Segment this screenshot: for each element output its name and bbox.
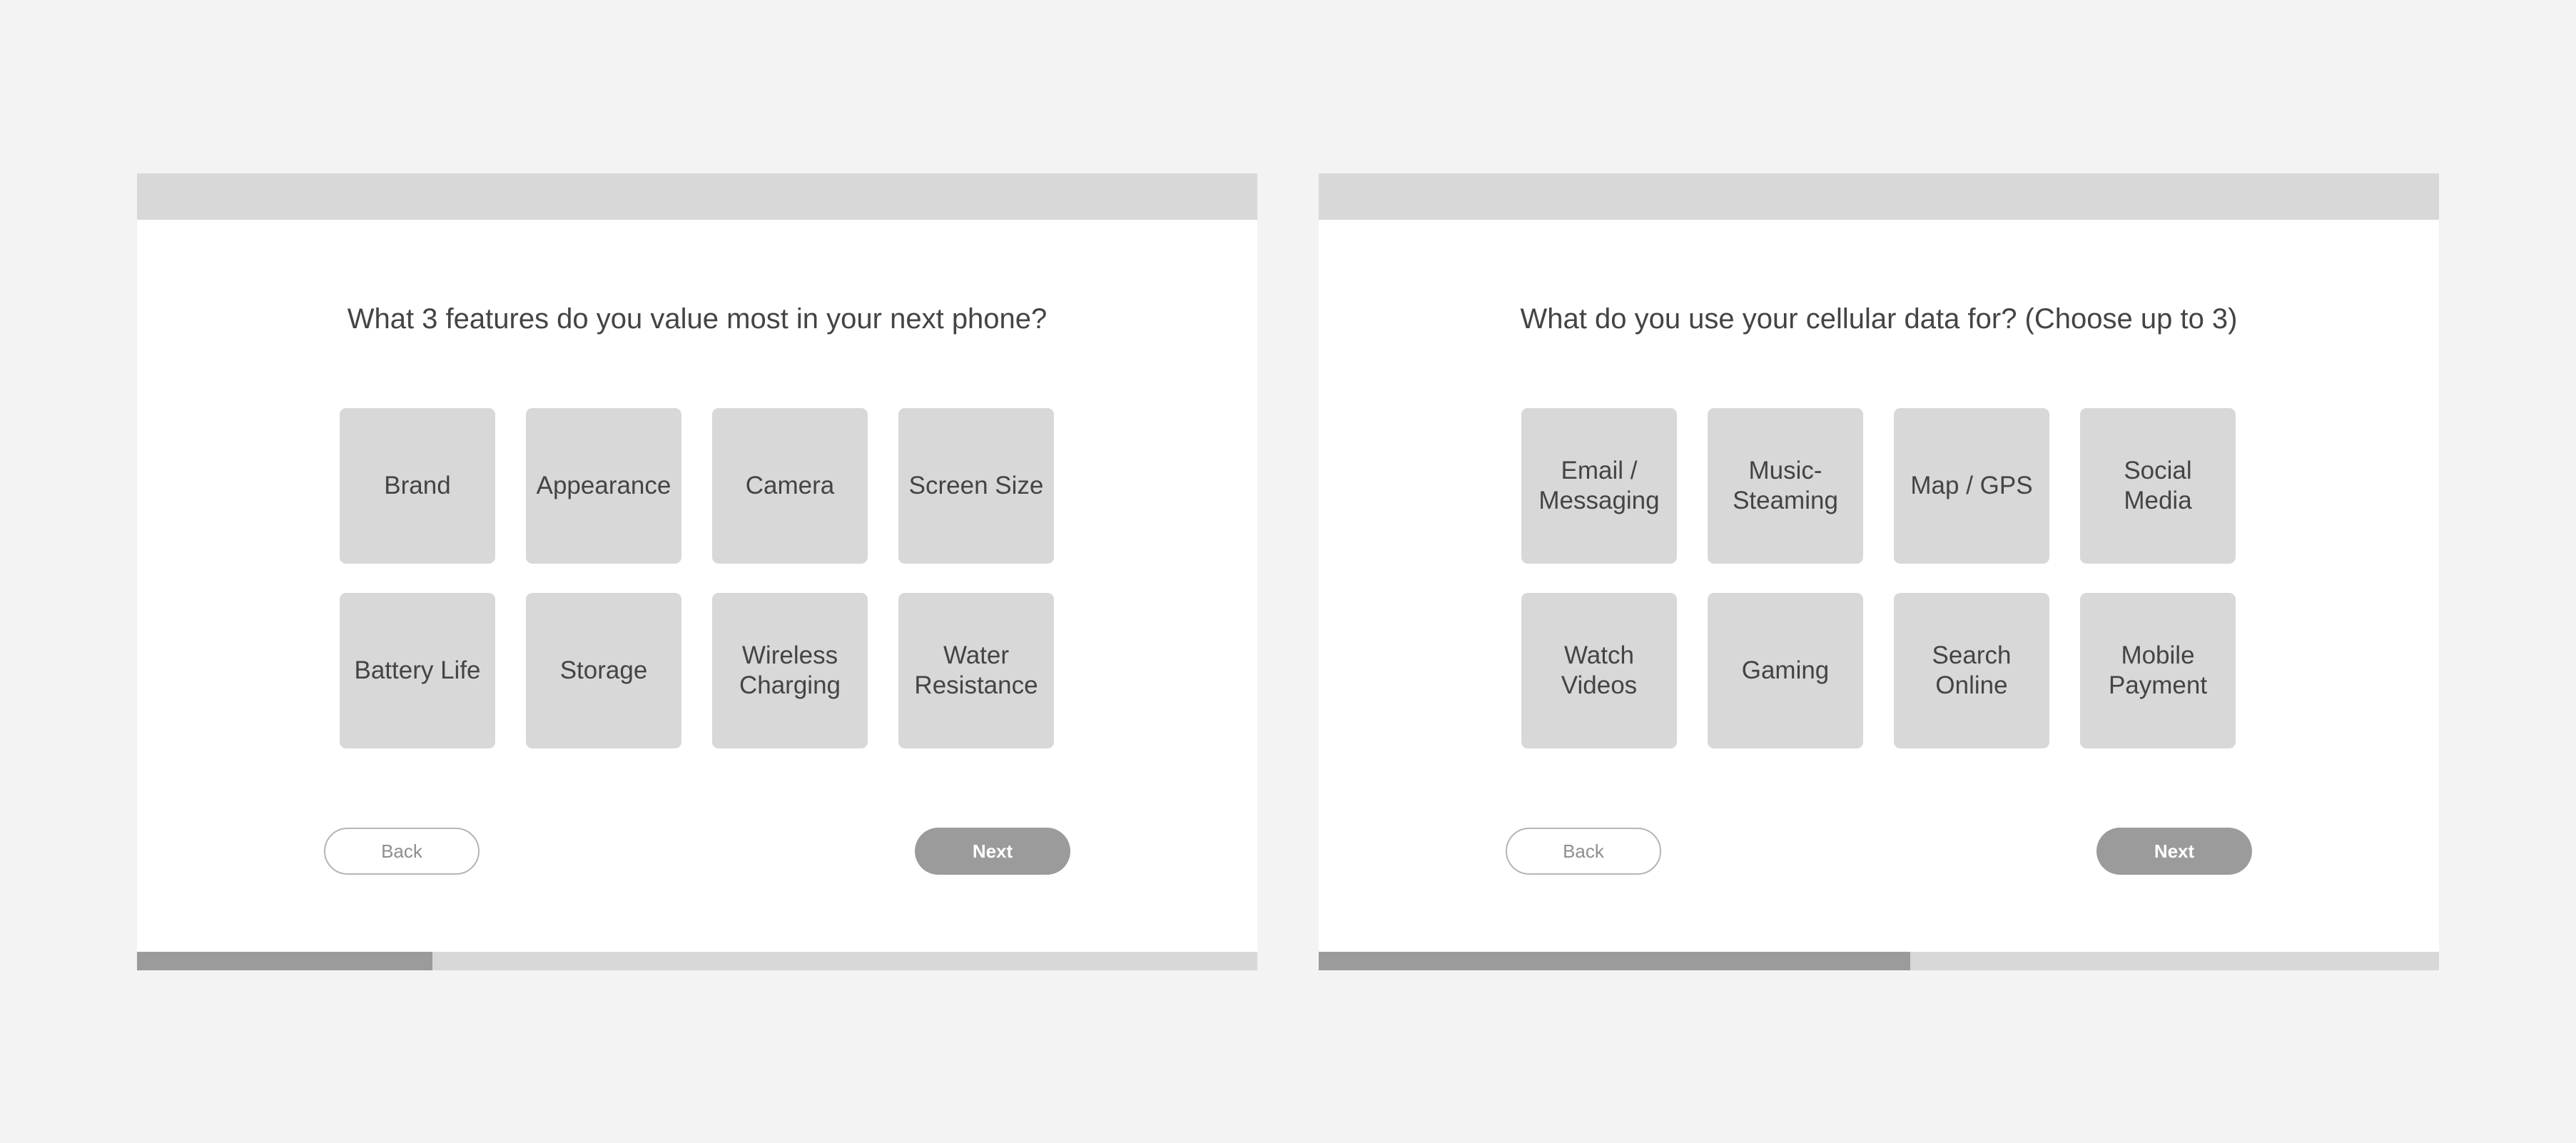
progress-bar-fill bbox=[1319, 952, 1910, 970]
option-screen-size[interactable]: Screen Size bbox=[898, 408, 1054, 564]
survey-screen-cellular-data: What do you use your cellular data for? … bbox=[1319, 173, 2439, 970]
option-wireless-charging[interactable]: Wireless Charging bbox=[712, 593, 868, 748]
options-grid: Brand Appearance Camera Screen Size Batt… bbox=[340, 408, 1055, 748]
option-gaming[interactable]: Gaming bbox=[1708, 593, 1863, 748]
option-social-media[interactable]: Social Media bbox=[2080, 408, 2236, 564]
option-watch-videos[interactable]: Watch Videos bbox=[1521, 593, 1677, 748]
option-search-online[interactable]: Search Online bbox=[1894, 593, 2049, 748]
back-button[interactable]: Back bbox=[324, 828, 480, 875]
screen-header-bar bbox=[137, 173, 1257, 220]
option-appearance[interactable]: Appearance bbox=[526, 408, 681, 564]
option-mobile-payment[interactable]: Mobile Payment bbox=[2080, 593, 2236, 748]
survey-screen-features: What 3 features do you value most in you… bbox=[137, 173, 1257, 970]
option-storage[interactable]: Storage bbox=[526, 593, 681, 748]
screen-header-bar bbox=[1319, 173, 2439, 220]
option-map-gps[interactable]: Map / GPS bbox=[1894, 408, 2049, 564]
option-camera[interactable]: Camera bbox=[712, 408, 868, 564]
back-button[interactable]: Back bbox=[1506, 828, 1661, 875]
question-title: What do you use your cellular data for? … bbox=[1520, 303, 2238, 335]
progress-bar bbox=[137, 952, 1257, 970]
progress-bar bbox=[1319, 952, 2439, 970]
options-grid: Email / Messaging Music- Steaming Map / … bbox=[1521, 408, 2236, 748]
option-battery-life[interactable]: Battery Life bbox=[340, 593, 495, 748]
option-water-resistance[interactable]: Water Resistance bbox=[898, 593, 1054, 748]
option-brand[interactable]: Brand bbox=[340, 408, 495, 564]
next-button[interactable]: Next bbox=[2096, 828, 2252, 875]
question-title: What 3 features do you value most in you… bbox=[347, 303, 1048, 335]
next-button[interactable]: Next bbox=[915, 828, 1070, 875]
option-music-streaming[interactable]: Music- Steaming bbox=[1708, 408, 1863, 564]
option-email-messaging[interactable]: Email / Messaging bbox=[1521, 408, 1677, 564]
progress-bar-fill bbox=[137, 952, 433, 970]
